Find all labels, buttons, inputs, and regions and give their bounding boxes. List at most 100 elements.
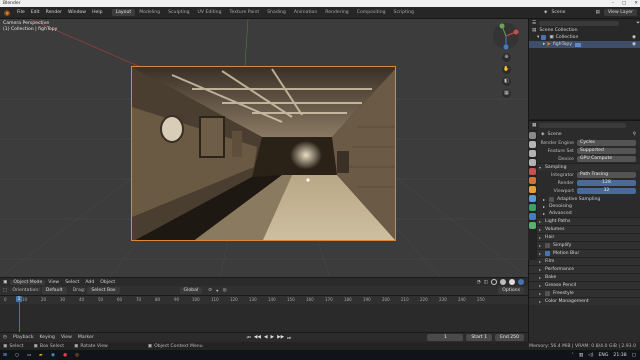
panel-bake[interactable]: ▸ Bake [529,273,640,281]
pan-hand-icon[interactable]: ✋ [502,65,511,74]
subpanel-advanced[interactable]: ▸ Advanced [529,210,640,217]
viewport-samples-field[interactable]: 32 [577,188,636,194]
jump-start-icon[interactable]: ⏮ [247,335,251,341]
windows-start-icon[interactable]: ⊞ [3,353,11,358]
minimize-icon[interactable]: – [612,0,614,7]
constraints-tab-icon[interactable] [529,213,536,220]
tool-tab-icon[interactable] [529,132,536,139]
notifications-icon[interactable]: ▢ [632,353,636,358]
task-view-icon[interactable]: ▭ [27,353,35,358]
shading-wire-icon[interactable] [491,279,497,285]
3d-viewport[interactable]: Camera Perspective (1) Collection | figh… [0,19,528,277]
close-icon[interactable]: ✕ [634,0,638,7]
playhead[interactable]: 1 [16,296,22,332]
feature-set-dropdown[interactable]: Supported [577,148,636,154]
menu-render[interactable]: Render [43,10,65,15]
tab-modeling[interactable]: Modeling [135,9,164,16]
media-app-icon[interactable]: ● [63,353,71,358]
expand-arrow-icon[interactable]: ▸ [543,42,545,47]
menu-marker[interactable]: Marker [75,335,97,340]
menu-help[interactable]: Help [89,10,105,15]
next-key-icon[interactable]: ▶▶ [277,335,284,341]
play-reverse-icon[interactable]: ◀ [264,335,268,341]
panel-color-management[interactable]: ▸ Color Management [529,297,640,305]
subpanel-denoising[interactable]: ▸ Denoising [529,203,640,210]
tab-compositing[interactable]: Compositing [353,9,390,16]
network-icon[interactable]: ▥ [579,353,583,358]
menu-add[interactable]: Add [82,280,97,285]
outliner-collection[interactable]: ▾ ▣ Collection ◉ [529,34,640,41]
outliner-search-input[interactable] [539,20,620,26]
modifier-tab-icon[interactable] [529,195,536,202]
shading-material-icon[interactable] [509,279,515,285]
menu-select[interactable]: Select [62,280,82,285]
current-frame-field[interactable]: 1 [427,334,464,341]
perspective-toggle-icon[interactable]: ▦ [502,89,511,98]
tab-shading[interactable]: Shading [263,9,290,16]
zoom-icon[interactable]: ⊕ [502,53,511,62]
snap-icon[interactable]: ⌖ [216,288,219,294]
device-dropdown[interactable]: GPU Compute [577,156,636,162]
camera-view-icon[interactable]: ◧ [502,77,511,86]
menu-window[interactable]: Window [65,10,89,15]
tab-rendering[interactable]: Rendering [321,9,352,16]
transform-orientation-dropdown[interactable]: Global [179,287,203,294]
tab-sculpting[interactable]: Sculpting [164,9,193,16]
prev-key-icon[interactable]: ◀◀ [254,335,261,341]
panel-grease-pencil[interactable]: ▸ Grease Pencil [529,281,640,289]
visibility-eye-icon[interactable]: ◉ [632,42,636,47]
shading-rendered-icon[interactable] [518,279,524,285]
edge-browser-icon[interactable]: ◉ [51,353,59,358]
volume-icon[interactable]: ◁) [588,353,593,358]
object-mode-dropdown[interactable]: Object Mode [10,279,46,285]
search-icon[interactable]: ○ [15,353,23,358]
tab-scripting[interactable]: Scripting [390,9,418,16]
blender-taskbar-icon[interactable]: ◎ [75,353,83,358]
integrator-dropdown[interactable]: Path Tracing [577,172,636,178]
panel-volumes[interactable]: ▸ Volumes [529,225,640,233]
panel-film[interactable]: ▸ Film [529,257,640,265]
overlay-icon[interactable]: ◔ [477,280,481,285]
menu-timeline-view[interactable]: View [58,335,75,340]
mode-icon[interactable]: ▣ [0,280,10,285]
outliner-editor-icon[interactable]: ☰ [532,21,536,26]
timeline-ruler[interactable]: 0 10 20 30 40 50 60 70 80 90 100 110 120… [0,296,528,304]
play-icon[interactable]: ▶ [271,335,275,341]
render-engine-dropdown[interactable]: Cycles [577,140,636,146]
output-tab-icon[interactable] [529,150,536,157]
properties-editor-icon[interactable]: ▦ [532,123,536,128]
render-tab-icon[interactable] [529,141,536,148]
maximize-icon[interactable]: □ [622,0,626,7]
collection-checkbox[interactable] [541,35,547,40]
physics-tab-icon[interactable] [529,204,536,211]
panel-sampling[interactable]: ▾ Sampling [529,163,640,171]
view-layer-field[interactable]: View Layer [603,9,637,16]
blender-logo-icon[interactable]: ◉ [2,8,12,18]
menu-view[interactable]: View [45,280,62,285]
panel-light-paths[interactable]: ▸ Light Paths [529,217,640,225]
render-samples-field[interactable]: 128 [577,180,636,186]
world-tab-icon[interactable] [529,177,536,184]
proportional-edit-icon[interactable]: ◎ [223,288,227,293]
pin-icon[interactable]: ⚲ [633,132,636,137]
file-explorer-icon[interactable]: ▰ [39,353,47,358]
object-tab-icon[interactable] [529,186,536,193]
adaptive-sampling-checkbox[interactable] [549,196,554,202]
data-tab-icon[interactable] [529,222,536,229]
options-dropdown[interactable]: Options [498,287,524,294]
shading-solid-icon[interactable] [500,279,506,285]
menu-playback[interactable]: Playback [10,335,37,340]
drag-dropdown[interactable]: Select Box [87,287,120,294]
clock[interactable]: 21:38 [613,353,626,358]
adaptive-sampling-row[interactable]: ▸ Adaptive Sampling [529,195,640,203]
tab-layout[interactable]: Layout [111,9,136,16]
pivot-icon[interactable]: ⊙ [208,288,212,293]
panel-hair[interactable]: ▸ Hair [529,233,640,241]
panel-performance[interactable]: ▸ Performance [529,265,640,273]
menu-object[interactable]: Object [97,280,118,285]
start-frame-field[interactable]: Start 1 [466,334,493,341]
scene-name[interactable]: Scene [551,10,565,15]
collapse-arrow-icon[interactable]: ▾ [537,35,539,40]
timeline-editor-icon[interactable]: ◷ [0,335,10,340]
navigation-gizmo-icon[interactable] [492,22,520,50]
